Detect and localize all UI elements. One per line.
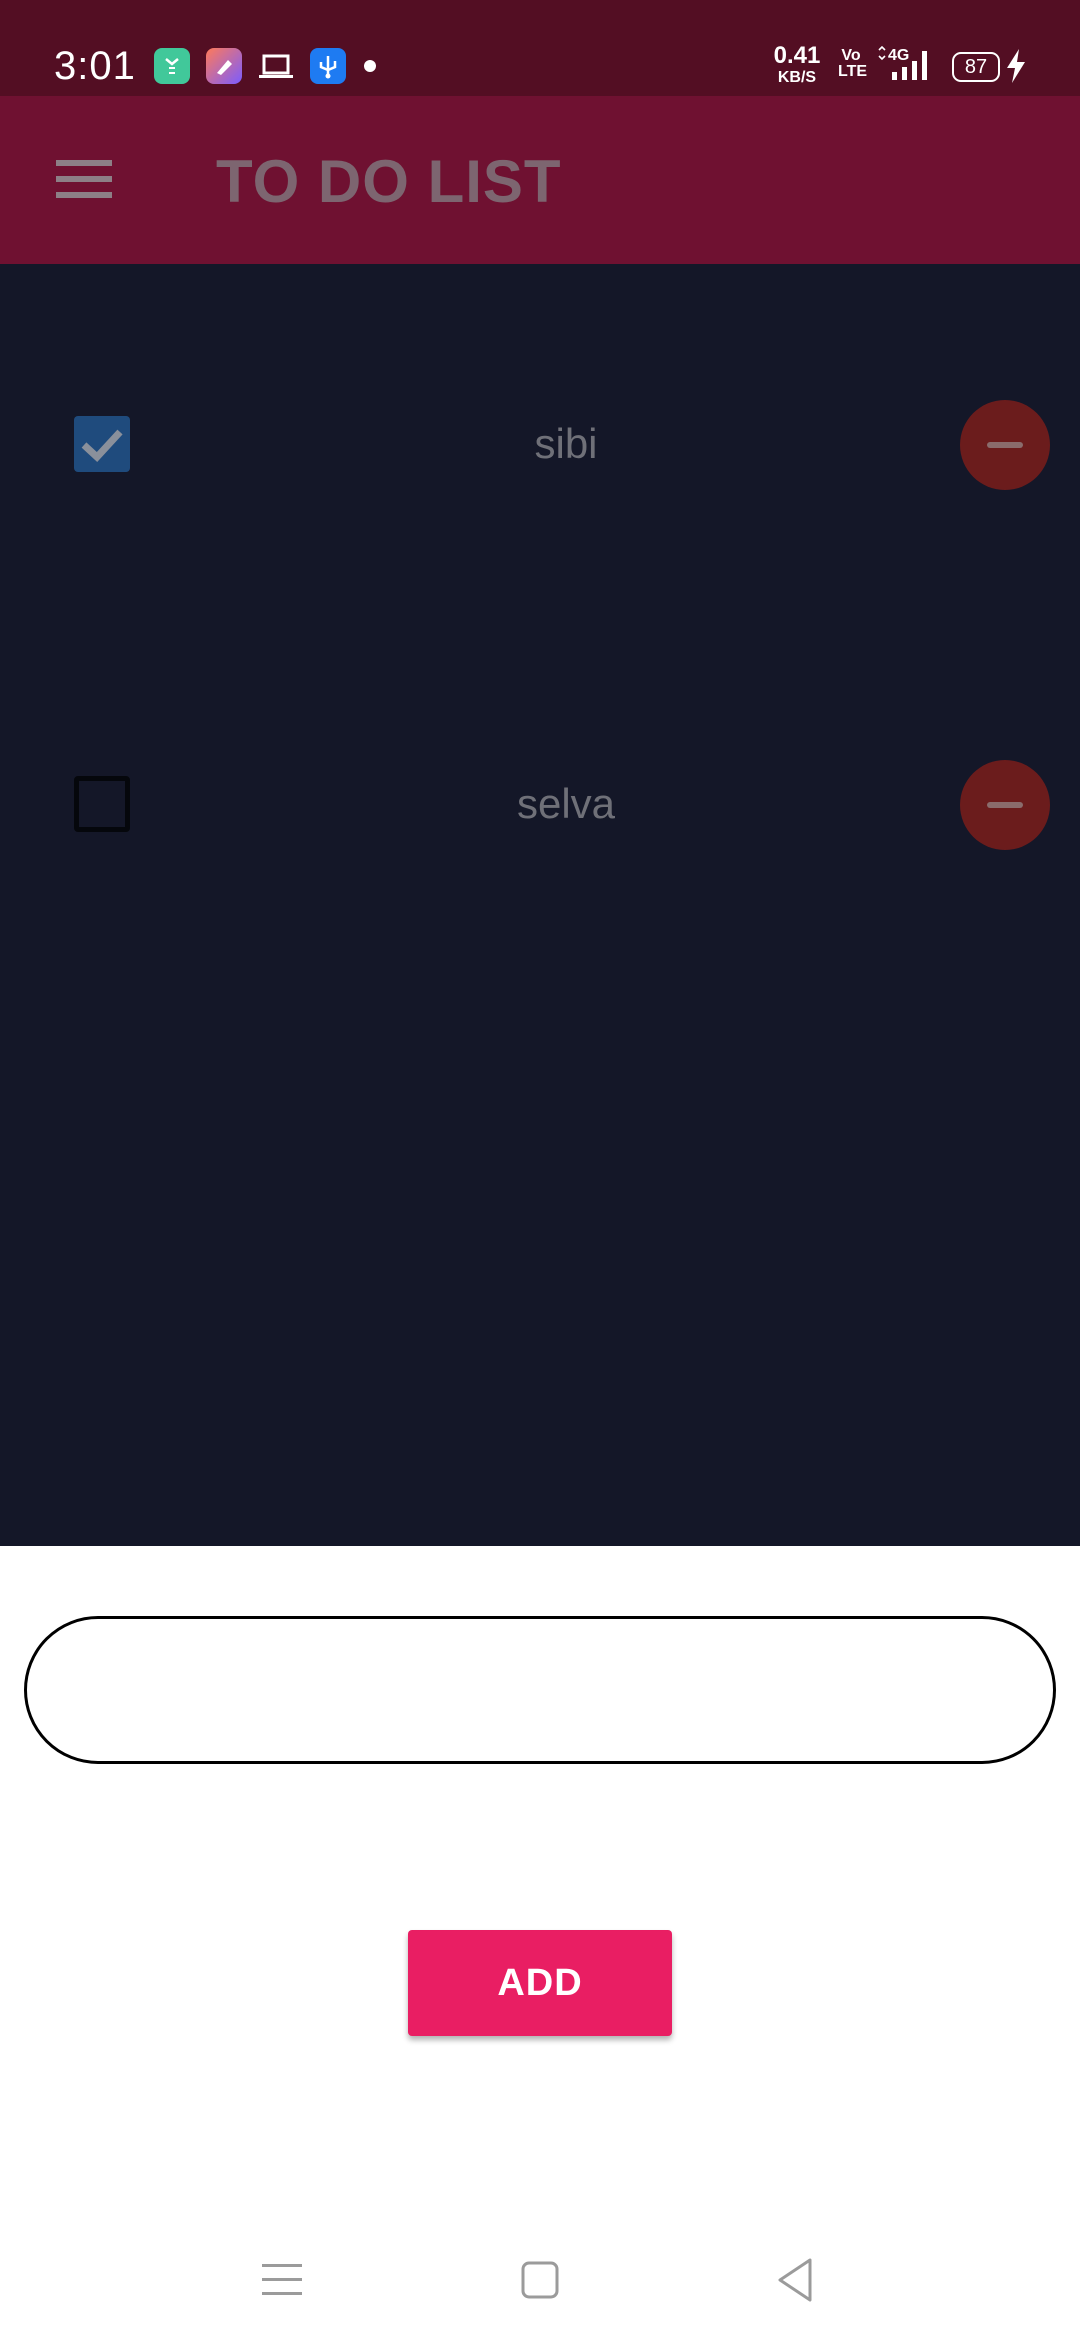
status-time: 3:01 [54,44,136,88]
volte-top: Vo [841,47,861,64]
minus-icon [987,802,1023,808]
add-button[interactable]: ADD [408,1930,672,2036]
todo-label: sibi [534,420,598,467]
network-type: 4G [888,47,909,64]
todo-list: sibi selva [0,264,1080,1546]
minus-icon [987,442,1023,448]
signal-icon: 4G [878,46,927,80]
screen: 3:01 0.41 KB/S Vo LTE 4G 87 TO DO LIST s… [0,0,1080,2340]
network-speed-value: 0.41 [773,42,821,69]
editor-app-icon [206,48,242,84]
home-icon[interactable] [510,2250,570,2310]
network-speed: 0.41 KB/S [770,44,824,86]
remove-todo-button[interactable] [960,760,1050,850]
volte-indicator: Vo LTE [838,47,868,80]
network-speed-unit: KB/S [777,69,817,86]
hamburger-menu-icon[interactable] [56,156,112,202]
todo-item: sibi [0,394,1080,494]
battery-icon: 87 [952,52,1000,82]
recents-icon[interactable] [252,2250,312,2310]
status-bar: 3:01 0.41 KB/S Vo LTE 4G 87 [0,0,1080,96]
usb-icon [310,48,346,84]
app-notification-icon [154,48,190,84]
navigation-bar [0,2220,1080,2340]
page-title: TO DO LIST [216,148,562,215]
charging-bolt-icon [1007,49,1025,83]
volte-bottom: LTE [838,63,868,80]
app-bar: TO DO LIST [0,96,1080,264]
todo-item: selva [0,754,1080,854]
laptop-icon [259,54,293,78]
notification-dot [364,60,376,72]
back-icon[interactable] [766,2250,826,2310]
task-input[interactable] [24,1616,1056,1764]
remove-todo-button[interactable] [960,400,1050,490]
todo-label: selva [516,780,616,827]
